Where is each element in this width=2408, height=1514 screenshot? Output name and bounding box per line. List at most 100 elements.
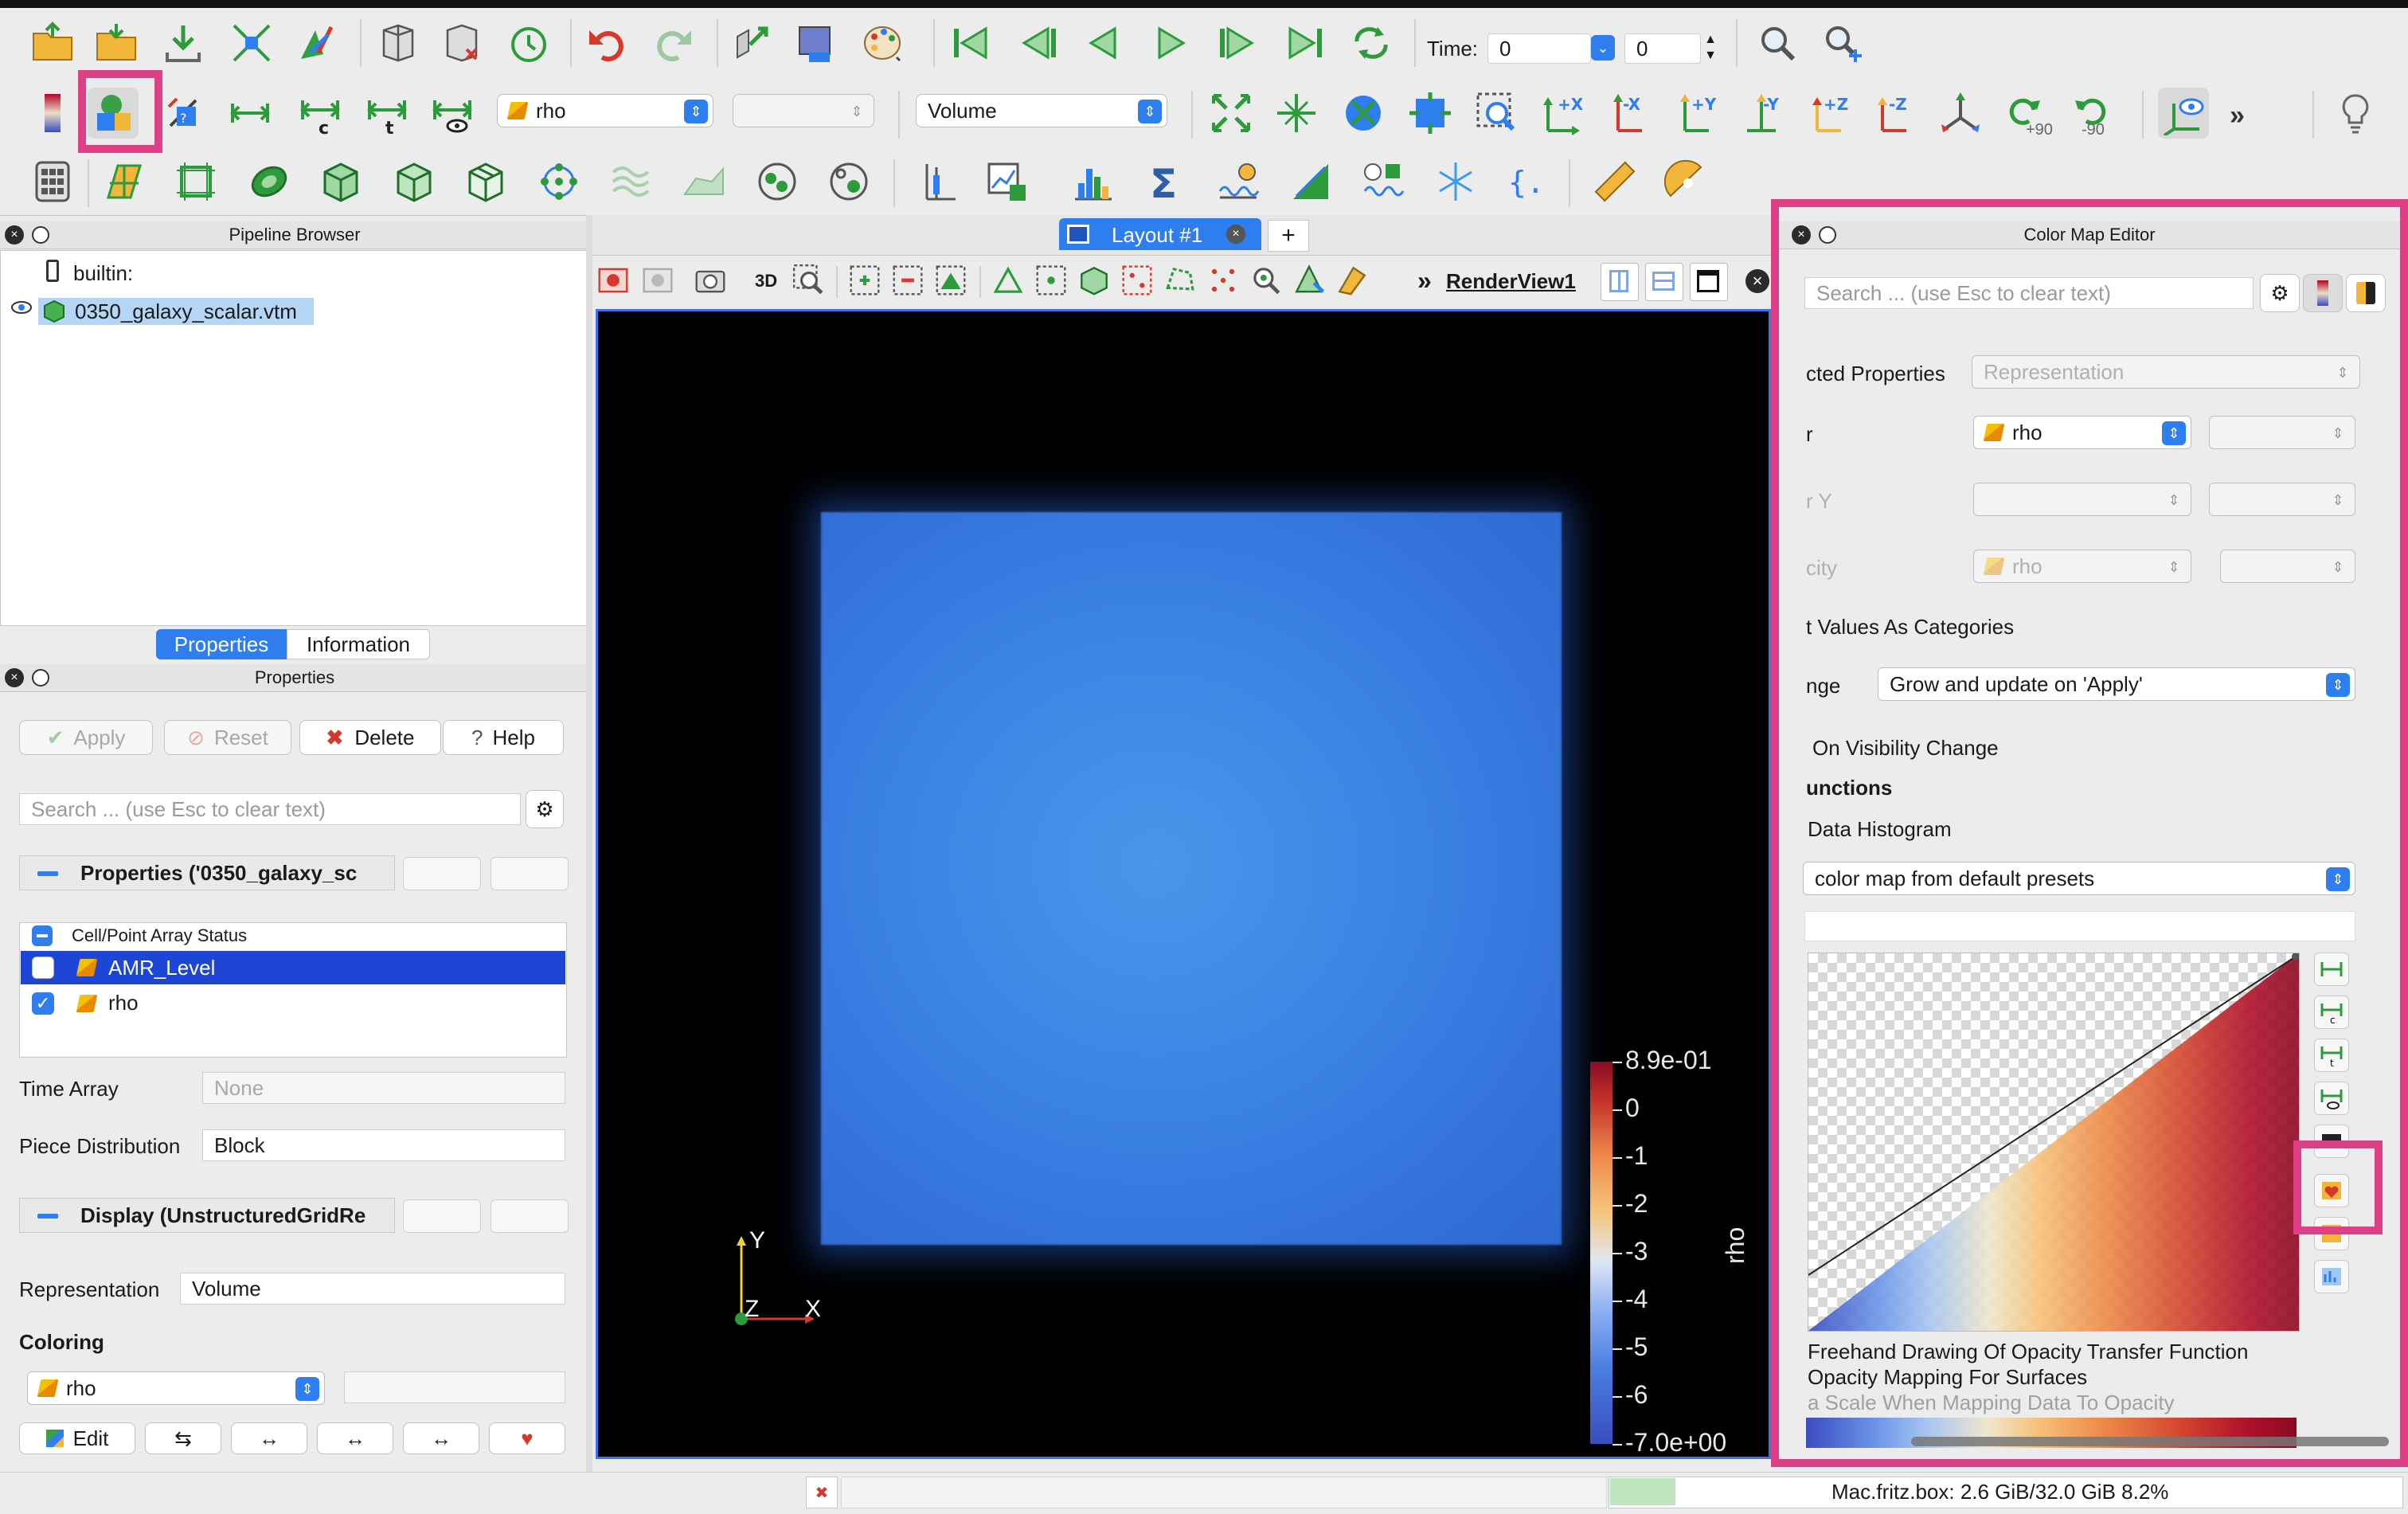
invert-colormap-icon[interactable] — [2314, 1125, 2349, 1158]
rho-checkbox[interactable]: ✓ — [32, 992, 54, 1015]
zoom-to-data-icon[interactable] — [1271, 88, 1322, 139]
view-3d-toggle[interactable]: 3D — [755, 271, 777, 291]
edit-color-button[interactable]: Edit — [19, 1422, 135, 1454]
output-messages-icon[interactable]: ✖ — [806, 1477, 838, 1508]
color-legend-bar[interactable] — [1590, 1062, 1612, 1444]
save-state-icon[interactable] — [436, 18, 487, 68]
cme-color-array-select[interactable]: rho ⇕ — [1973, 416, 2191, 449]
cme-opacity-surfaces-label[interactable]: Opacity Mapping For Surfaces — [1808, 1365, 2087, 1390]
view-plus-x-icon[interactable]: +X — [1538, 88, 1589, 139]
properties-section-header[interactable]: Properties ('0350_galaxy_sc — [19, 855, 395, 890]
hover-cells-icon[interactable] — [1292, 263, 1327, 298]
render-view-label[interactable]: RenderView1 — [1446, 269, 1576, 294]
select-cells-icon[interactable] — [847, 263, 882, 298]
interactive-select-icon[interactable] — [1249, 263, 1284, 298]
previous-frame-icon[interactable] — [1013, 18, 1064, 68]
view-plus-y-icon[interactable]: +Y — [1671, 88, 1722, 139]
select-frustum-icon[interactable] — [1034, 263, 1069, 298]
extract-subset-icon[interactable] — [389, 156, 440, 207]
timer-icon[interactable] — [503, 18, 554, 68]
zoom-box-icon[interactable] — [792, 263, 827, 298]
view-minus-x-icon[interactable]: -X — [1604, 88, 1655, 139]
sum-icon[interactable]: Σ — [1140, 156, 1191, 207]
render-view[interactable]: Y Z X 8.9e-01 0 -1 -2 -3 -4 -5 -6 -7.0e+00 rho — [596, 309, 1771, 1459]
undo-icon[interactable] — [583, 18, 634, 68]
rescale-temporal-range-icon[interactable]: t — [362, 88, 412, 139]
group-datasets-icon[interactable] — [752, 156, 803, 207]
download-icon[interactable] — [158, 18, 209, 68]
rescale-data-range-icon[interactable] — [2314, 953, 2349, 986]
camera-icon[interactable] — [693, 263, 728, 298]
play-icon[interactable] — [1145, 18, 1196, 68]
undock-icon[interactable] — [32, 669, 49, 687]
add-layout-tab-button[interactable]: + — [1268, 220, 1309, 252]
python-calculator-icon[interactable]: {..} — [1502, 156, 1553, 207]
protractor-icon[interactable] — [1661, 156, 1712, 207]
reverse-play-icon[interactable] — [1078, 18, 1129, 68]
cme-range-mode-select[interactable]: Grow and update on 'Apply' ⇕ — [1878, 667, 2355, 701]
tab-properties[interactable]: Properties — [156, 629, 287, 659]
eye-icon[interactable] — [11, 301, 32, 314]
slice-icon[interactable] — [244, 156, 295, 207]
copy-properties-icon[interactable] — [403, 857, 481, 890]
reset-range-icon[interactable]: ⇆ — [145, 1422, 221, 1454]
undock-icon[interactable] — [1819, 226, 1836, 244]
rescale-custom-range-icon[interactable]: c — [2314, 996, 2349, 1029]
cme-freehand-drawing-label[interactable]: Freehand Drawing Of Opacity Transfer Fun… — [1808, 1340, 2248, 1364]
reset-button[interactable]: ⊘ Reset — [164, 720, 291, 755]
screenshot-icon[interactable] — [790, 18, 841, 68]
time-index-spinbox[interactable]: 0 — [1624, 33, 1701, 64]
tab-information[interactable]: Information — [287, 629, 430, 659]
select-points-icon[interactable] — [933, 263, 968, 298]
properties-search-input[interactable]: Search ... (use Esc to clear text) — [19, 793, 521, 825]
zoom-to-box-icon[interactable] — [1405, 88, 1456, 139]
reset-camera-icon[interactable] — [226, 18, 277, 68]
split-vertical-icon[interactable] — [1645, 263, 1683, 301]
delete-button[interactable]: ✖ Delete — [299, 720, 441, 755]
last-frame-icon[interactable] — [1280, 18, 1331, 68]
camera-link-icon[interactable] — [726, 18, 777, 68]
connect-icon[interactable] — [291, 18, 342, 68]
rescale-custom-icon[interactable]: ↔ — [317, 1422, 393, 1454]
find-data-icon[interactable] — [1752, 18, 1803, 68]
view-toolbar-overflow-icon[interactable]: » — [1417, 266, 1432, 295]
select-dots-icon[interactable] — [1206, 263, 1241, 298]
loop-icon[interactable] — [1346, 18, 1397, 68]
histogram-icon[interactable] — [1067, 156, 1118, 207]
clip-icon[interactable] — [170, 156, 221, 207]
cme-visibility-change-label[interactable]: On Visibility Change — [1812, 736, 1999, 761]
representation-select[interactable]: Volume — [180, 1273, 565, 1305]
gear-icon[interactable]: ⚙ — [526, 790, 564, 828]
close-icon[interactable]: × — [1226, 225, 1245, 244]
close-icon[interactable]: × — [1792, 225, 1811, 245]
toggle-color-legend-icon[interactable] — [27, 88, 78, 139]
contour-icon[interactable] — [99, 156, 150, 207]
amr-level-checkbox[interactable] — [32, 957, 54, 979]
opacity-transfer-function-editor[interactable] — [1808, 953, 2300, 1332]
select-block-icon[interactable] — [1077, 263, 1112, 298]
plot-selection-over-time-icon[interactable] — [1212, 156, 1263, 207]
reset-color-map-range-icon[interactable]: ? — [158, 88, 209, 139]
display-section-header[interactable]: Display (UnstructuredGridRe — [19, 1198, 395, 1233]
piece-distribution-select[interactable]: Block — [202, 1129, 565, 1161]
cme-preset-select[interactable]: color map from default presets ⇕ — [1803, 862, 2355, 895]
view-plus-z-icon[interactable]: +Z — [1803, 88, 1854, 139]
color-legend-toggle-icon[interactable] — [2303, 274, 2343, 312]
reset-camera-icon[interactable] — [1206, 88, 1257, 139]
undock-icon[interactable] — [32, 226, 49, 244]
rescale-temporal-icon[interactable]: ↔ — [403, 1422, 479, 1454]
rescale-range-icon[interactable]: ↔ — [231, 1422, 307, 1454]
cme-interpret-categories-label[interactable]: t Values As Categories — [1806, 615, 2014, 640]
view-minus-y-icon[interactable]: -Y — [1736, 88, 1787, 139]
center-axes-visibility-icon[interactable] — [2158, 88, 2209, 139]
glyph-icon[interactable] — [460, 156, 511, 207]
snowflake-icon[interactable] — [1430, 156, 1481, 207]
data-histogram-icon[interactable] — [2314, 1260, 2349, 1293]
rescale-visible-range-icon[interactable] — [2314, 1082, 2349, 1115]
view-minus-z-icon[interactable]: -Z — [1868, 88, 1919, 139]
select-polygon-icon[interactable] — [1163, 263, 1198, 298]
panel-splitter[interactable] — [586, 215, 592, 1472]
maximize-icon[interactable] — [1690, 263, 1728, 301]
plot-data-over-time-icon[interactable] — [1357, 156, 1408, 207]
lightbulb-icon[interactable] — [2330, 88, 2381, 139]
